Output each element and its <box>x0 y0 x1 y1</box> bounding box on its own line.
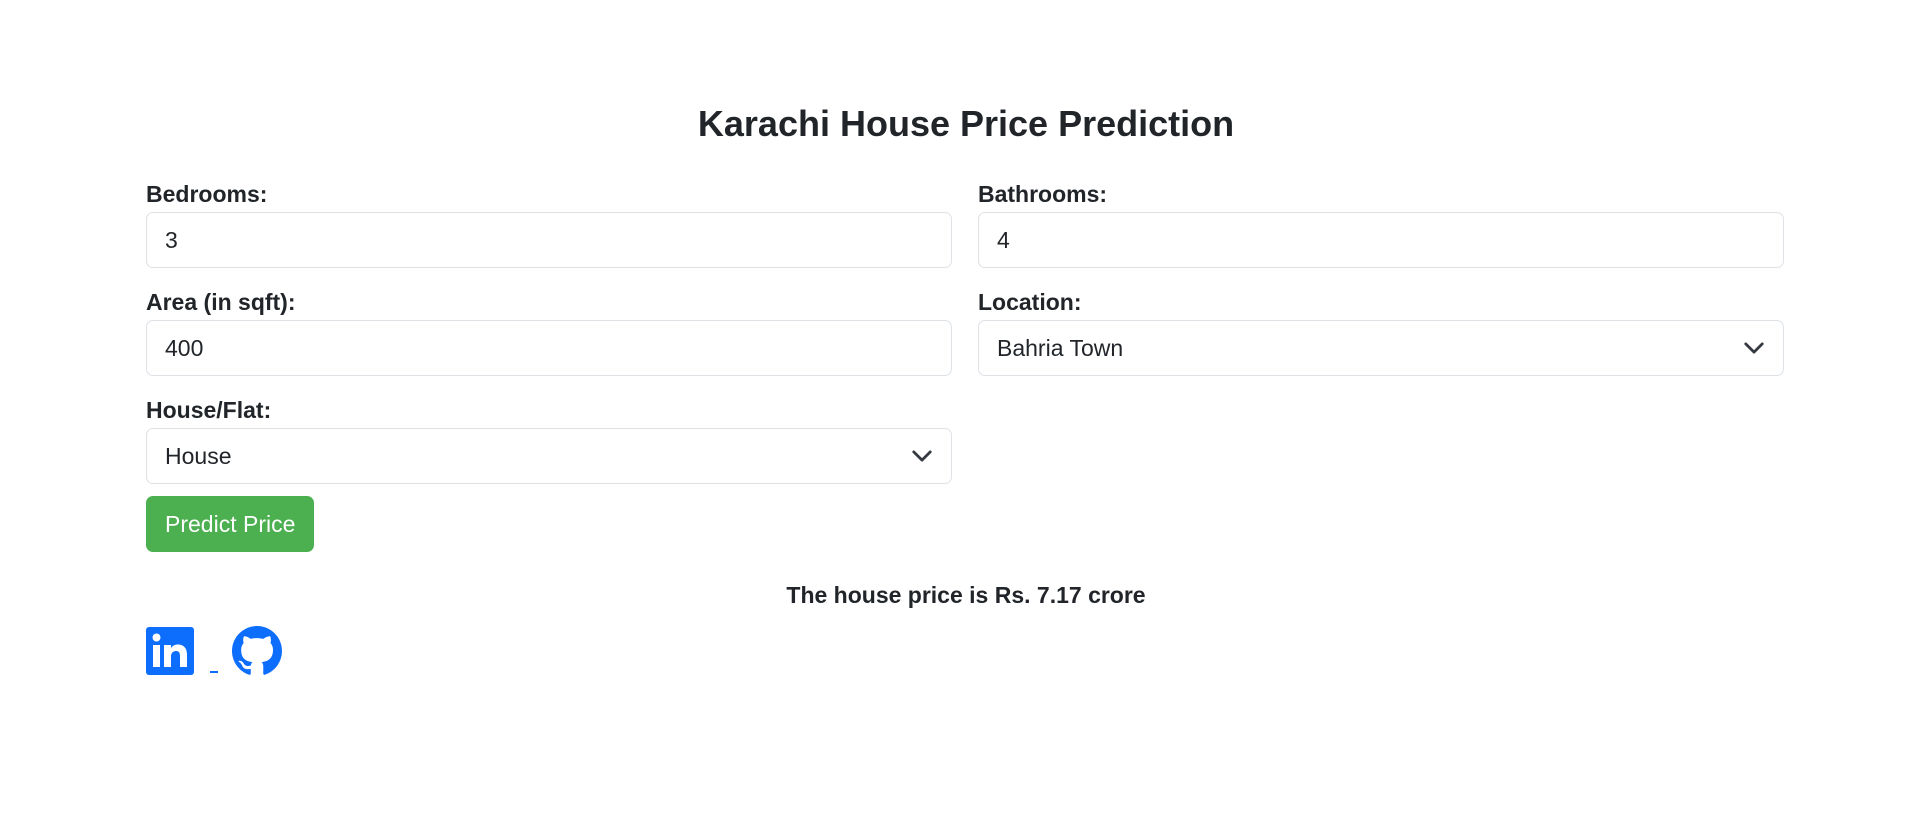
bedrooms-label: Bedrooms: <box>146 181 268 207</box>
location-select-value: Bahria Town <box>997 335 1124 361</box>
house-flat-label: House/Flat: <box>146 397 272 423</box>
link-underline <box>210 671 218 673</box>
predict-price-button[interactable]: Predict Price <box>146 496 315 552</box>
area-field: Area (in sqft): 400 <box>146 288 952 376</box>
chevron-down-icon <box>912 450 932 462</box>
bedrooms-input[interactable]: 3 <box>146 212 952 268</box>
location-label: Location: <box>978 289 1082 315</box>
bathrooms-label: Bathrooms: <box>978 181 1108 207</box>
bathrooms-field: Bathrooms: 4 <box>978 180 1784 268</box>
github-link[interactable] <box>232 626 282 681</box>
house-flat-select[interactable]: House <box>146 428 952 484</box>
prediction-result: The house price is Rs. 7.17 crore <box>786 582 1146 608</box>
linkedin-icon <box>146 627 194 675</box>
page-title: Karachi House Price Prediction <box>697 103 1235 144</box>
house-flat-field: House/Flat: House <box>146 396 952 484</box>
github-icon <box>232 626 282 675</box>
location-field: Location: Bahria Town <box>978 288 1784 376</box>
house-flat-select-value: House <box>165 443 232 469</box>
linkedin-link[interactable] <box>146 627 194 680</box>
location-select[interactable]: Bahria Town <box>978 320 1784 376</box>
bathrooms-input[interactable]: 4 <box>978 212 1784 268</box>
bedrooms-field: Bedrooms: 3 <box>146 180 952 268</box>
area-label: Area (in sqft): <box>146 289 296 315</box>
area-input[interactable]: 400 <box>146 320 952 376</box>
chevron-down-icon <box>1744 342 1764 354</box>
